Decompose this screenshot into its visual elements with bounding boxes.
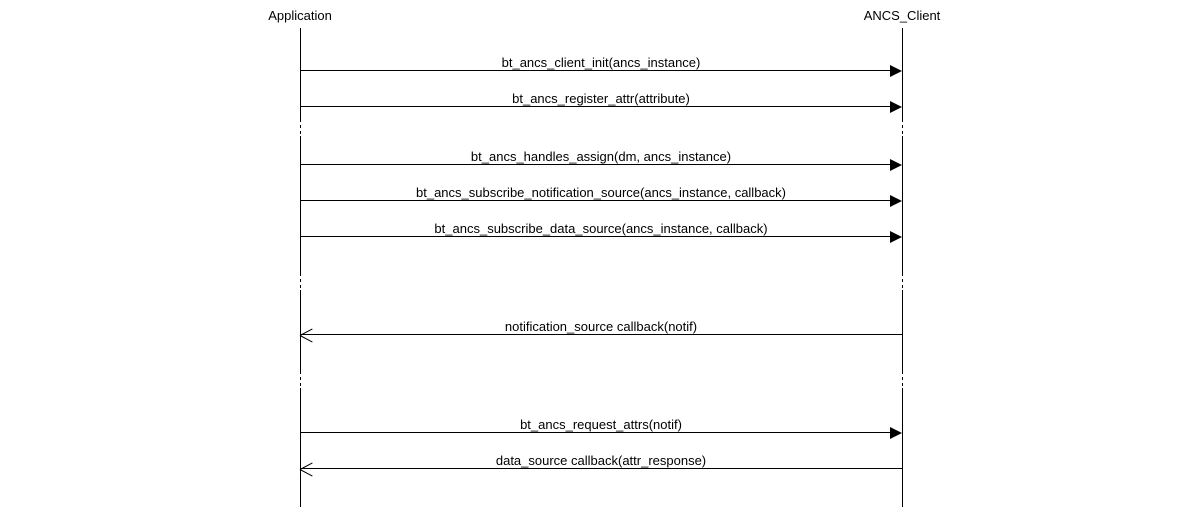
message-subscribe-notification-source: bt_ancs_subscribe_notification_source(an… — [0, 180, 1200, 216]
message-request-attrs: bt_ancs_request_attrs(notif) — [0, 412, 1200, 448]
lifeline-gap-dash — [300, 377, 301, 380]
lifeline-gap-dash — [300, 131, 301, 134]
participant-ancs-client-label: ANCS_Client — [864, 8, 941, 23]
message-label: bt_ancs_register_attr(attribute) — [512, 91, 690, 106]
participant-application-label: Application — [268, 8, 332, 23]
arrowhead-right-icon — [890, 159, 902, 171]
arrowhead-right-icon — [890, 427, 902, 439]
arrowhead-right-icon — [890, 101, 902, 113]
lifeline-gap-dash — [300, 279, 301, 282]
message-handles-assign: bt_ancs_handles_assign(dm, ancs_instance… — [0, 144, 1200, 180]
message-label: notification_source callback(notif) — [505, 319, 697, 334]
message-subscribe-data-source: bt_ancs_subscribe_data_source(ancs_insta… — [0, 216, 1200, 252]
lifeline-gap-dash — [902, 279, 903, 282]
message-line — [300, 70, 892, 71]
lifeline-gap-dash — [300, 285, 301, 288]
lifeline-gap-dash — [902, 285, 903, 288]
message-line — [300, 106, 892, 107]
lifeline-gap-dash — [902, 377, 903, 380]
message-line — [300, 164, 892, 165]
lifeline-gap-dash — [902, 131, 903, 134]
arrowhead-right-icon — [890, 231, 902, 243]
message-line — [300, 468, 902, 469]
message-label: bt_ancs_handles_assign(dm, ancs_instance… — [471, 149, 731, 164]
message-line — [300, 334, 902, 335]
message-client-init: bt_ancs_client_init(ancs_instance) — [0, 50, 1200, 86]
message-line — [300, 200, 892, 201]
arrowhead-right-icon — [890, 195, 902, 207]
arrowhead-right-icon — [890, 65, 902, 77]
message-data-source-callback: data_source callback(attr_response) — [0, 448, 1200, 484]
lifeline-gap-dash — [902, 125, 903, 128]
sequence-diagram: Application ANCS_Client bt_ancs_client_i… — [0, 0, 1200, 507]
message-label: bt_ancs_request_attrs(notif) — [520, 417, 682, 432]
lifeline-gap-dash — [300, 383, 301, 386]
message-notification-source-callback: notification_source callback(notif) — [0, 314, 1200, 350]
lifeline-gap-dash — [902, 383, 903, 386]
message-line — [300, 236, 892, 237]
message-register-attr: bt_ancs_register_attr(attribute) — [0, 86, 1200, 122]
arrowhead-left-open-icon — [300, 328, 314, 342]
message-label: data_source callback(attr_response) — [496, 453, 706, 468]
message-label: bt_ancs_subscribe_data_source(ancs_insta… — [434, 221, 767, 236]
lifeline-gap-dash — [300, 125, 301, 128]
message-line — [300, 432, 892, 433]
message-label: bt_ancs_client_init(ancs_instance) — [502, 55, 701, 70]
message-label: bt_ancs_subscribe_notification_source(an… — [416, 185, 786, 200]
arrowhead-left-open-icon — [300, 462, 314, 476]
